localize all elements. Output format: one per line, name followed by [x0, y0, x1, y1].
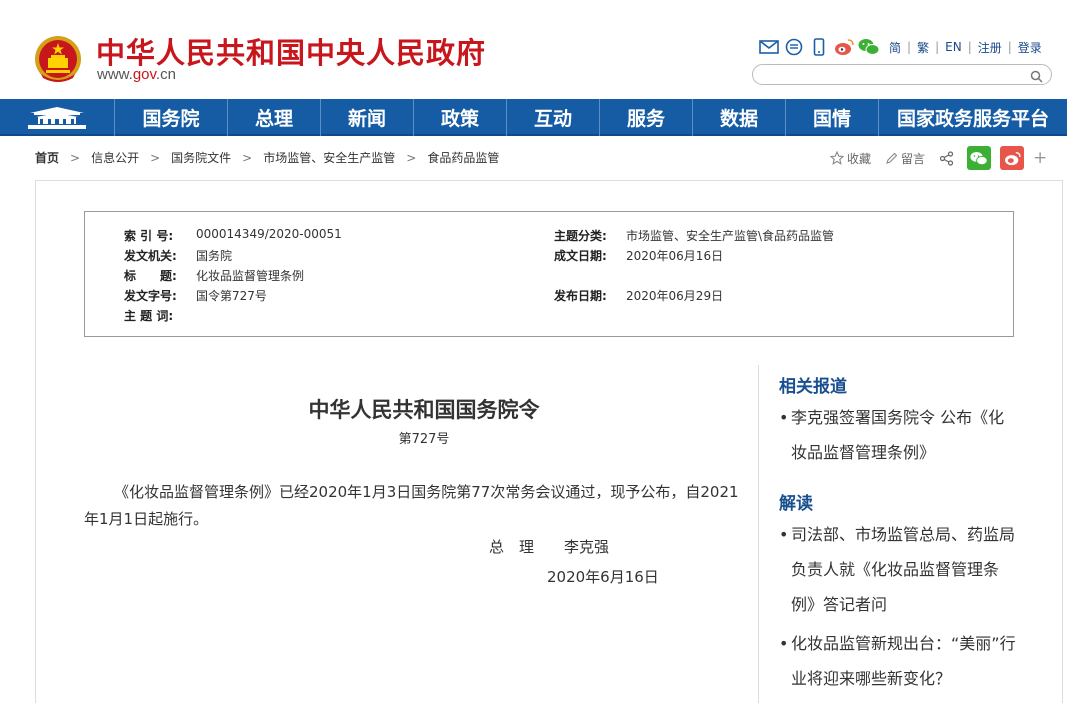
related-item[interactable]: • 李克强签署国务院令 公布《化妆品监督管理条例》 [779, 400, 1019, 470]
info-keywords-row: 主 题 词: [124, 307, 196, 324]
nav-item-data[interactable]: 数据 [693, 99, 786, 136]
pencil-icon [886, 152, 898, 164]
info-date-written-label: 成文日期: [554, 249, 607, 263]
mobile-icon[interactable] [808, 37, 830, 57]
lang-english-link[interactable]: EN [945, 40, 962, 54]
nav-item-national-info[interactable]: 国情 [786, 99, 879, 136]
interpretation-heading: 解读 [779, 494, 813, 514]
info-title-label: 标 题: [124, 269, 177, 283]
favorite-label: 收藏 [847, 151, 872, 166]
info-publish-value: 2020年06月29日 [626, 289, 724, 303]
related-item-label: 李克强签署国务院令 公布《化妆品监督管理条例》 [791, 408, 1005, 462]
document-info-table: 索 引 号: 000014349/2020-00051 主题分类: 市场监管、安… [84, 211, 1014, 337]
signature-title: 总 理 李克强 [489, 538, 610, 556]
share-wechat-icon[interactable] [967, 146, 992, 170]
header-tools: 简 | 繁 | EN | 注册 | 登录 [758, 36, 1042, 58]
nav-item-premier[interactable]: 总理 [228, 99, 321, 136]
site-url-suffix: .cn [155, 66, 176, 83]
info-title-value: 化妆品监督管理条例 [196, 269, 305, 283]
chevron-right-icon: > [242, 150, 253, 165]
main-nav: 国务院 总理 新闻 政策 互动 服务 数据 国情 国家政务服务平台 [0, 99, 1067, 136]
info-doc-no-row: 发文字号: 国令第727号 [124, 287, 267, 304]
share-bar: 收藏 留言 + [830, 145, 1047, 171]
chevron-right-icon: > [70, 150, 81, 165]
breadcrumb-market-supervision[interactable]: 市场监管、安全生产监管 [263, 149, 395, 166]
sidebar-divider [758, 365, 759, 703]
register-link[interactable]: 注册 [978, 39, 1002, 56]
info-topic-label: 主题分类: [554, 229, 607, 243]
bullet-icon: • [779, 408, 789, 427]
login-link[interactable]: 登录 [1018, 39, 1042, 56]
search-box [752, 64, 1052, 86]
interpretation-item[interactable]: • 化妆品监管新规出台：“美丽”行业将迎来哪些新变化？ [779, 626, 1019, 696]
info-date-written-row: 成文日期: 2020年06月16日 [554, 247, 723, 264]
site-url-domain: gov [132, 66, 156, 83]
search-input[interactable] [763, 66, 1033, 86]
weibo-icon[interactable] [833, 37, 855, 57]
document-number: 第727号 [398, 432, 450, 447]
document-title: 中华人民共和国国务院令 [308, 398, 540, 422]
breadcrumb: 首页 > 信息公开 > 国务院文件 > 市场监管、安全生产监管 > 食品药品监管 [35, 149, 499, 166]
breadcrumb-food-drug[interactable]: 食品药品监管 [427, 149, 499, 166]
nav-item-news[interactable]: 新闻 [321, 99, 414, 136]
lang-simplified-link[interactable]: 简 [889, 39, 901, 56]
site-header: 中华人民共和国中央人民政府 www.gov.cn 简 | 繁 | EN | 注册… [0, 0, 1067, 99]
chevron-right-icon: > [150, 150, 161, 165]
share-weibo-icon[interactable] [1000, 146, 1025, 170]
interpretation-item-label: 化妆品监管新规出台：“美丽”行业将迎来哪些新变化？ [791, 634, 1016, 688]
info-keywords-label: 主 题 词: [124, 309, 174, 323]
info-issuer-row: 发文机关: 国务院 [124, 247, 232, 264]
related-reports-heading: 相关报道 [779, 377, 847, 397]
mail-icon[interactable] [758, 37, 780, 57]
nav-item-state-council[interactable]: 国务院 [115, 99, 228, 136]
more-share-icon[interactable]: + [1033, 148, 1047, 168]
interpretation-item[interactable]: • 司法部、市场监管总局、药监局负责人就《化妆品监督管理条例》答记者问 [779, 517, 1019, 622]
chevron-right-icon: > [406, 150, 417, 165]
bullet-icon: • [779, 634, 789, 653]
info-index-label: 索 引 号: [124, 229, 174, 243]
info-publish-row: 发布日期: 2020年06月29日 [554, 287, 723, 304]
signature-date: 2020年6月16日 [547, 568, 659, 586]
nav-gate-logo[interactable] [0, 99, 115, 136]
nav-item-interaction[interactable]: 互动 [507, 99, 600, 136]
wechat-icon[interactable] [858, 37, 880, 57]
info-title-row: 标 题: 化妆品监督管理条例 [124, 267, 304, 284]
info-topic-value: 市场监管、安全生产监管\食品药品监管 [626, 229, 835, 243]
search-icon[interactable] [1030, 68, 1043, 83]
star-icon [830, 151, 844, 165]
breadcrumb-home[interactable]: 首页 [35, 149, 59, 166]
comment-button[interactable]: 留言 [885, 150, 925, 167]
breadcrumb-state-council-docs[interactable]: 国务院文件 [171, 149, 231, 166]
site-url: www.gov.cn [97, 66, 176, 83]
nav-item-gov-service-platform[interactable]: 国家政务服务平台 [879, 99, 1067, 136]
site-url-prefix: www. [97, 66, 133, 83]
national-emblem-logo[interactable] [33, 34, 83, 86]
info-date-written-value: 2020年06月16日 [626, 249, 724, 263]
info-doc-no-value: 国令第727号 [196, 289, 267, 303]
lang-traditional-link[interactable]: 繁 [917, 39, 929, 56]
bullet-icon: • [779, 525, 789, 544]
info-issuer-label: 发文机关: [124, 249, 177, 263]
language-links: 简 | 繁 | EN | 注册 | 登录 [889, 39, 1042, 56]
info-index-value: 000014349/2020-00051 [196, 227, 342, 241]
info-publish-label: 发布日期: [554, 289, 607, 303]
nav-item-policy[interactable]: 政策 [414, 99, 507, 136]
info-index-row: 索 引 号: 000014349/2020-00051 [124, 227, 342, 244]
info-issuer-value: 国务院 [196, 249, 233, 263]
message-icon[interactable] [783, 37, 805, 57]
favorite-button[interactable]: 收藏 [830, 150, 871, 167]
comment-label: 留言 [901, 151, 926, 166]
interpretation-item-label: 司法部、市场监管总局、药监局负责人就《化妆品监督管理条例》答记者问 [791, 525, 1016, 614]
info-topic-row: 主题分类: 市场监管、安全生产监管\食品药品监管 [554, 227, 834, 244]
document-body: 《化妆品监督管理条例》已经2020年1月3日国务院第77次常务会议通过，现予公布… [84, 483, 739, 528]
nav-item-services[interactable]: 服务 [600, 99, 693, 136]
info-doc-no-label: 发文字号: [124, 289, 177, 303]
share-icon[interactable] [939, 150, 957, 166]
breadcrumb-info-disclosure[interactable]: 信息公开 [91, 149, 139, 166]
